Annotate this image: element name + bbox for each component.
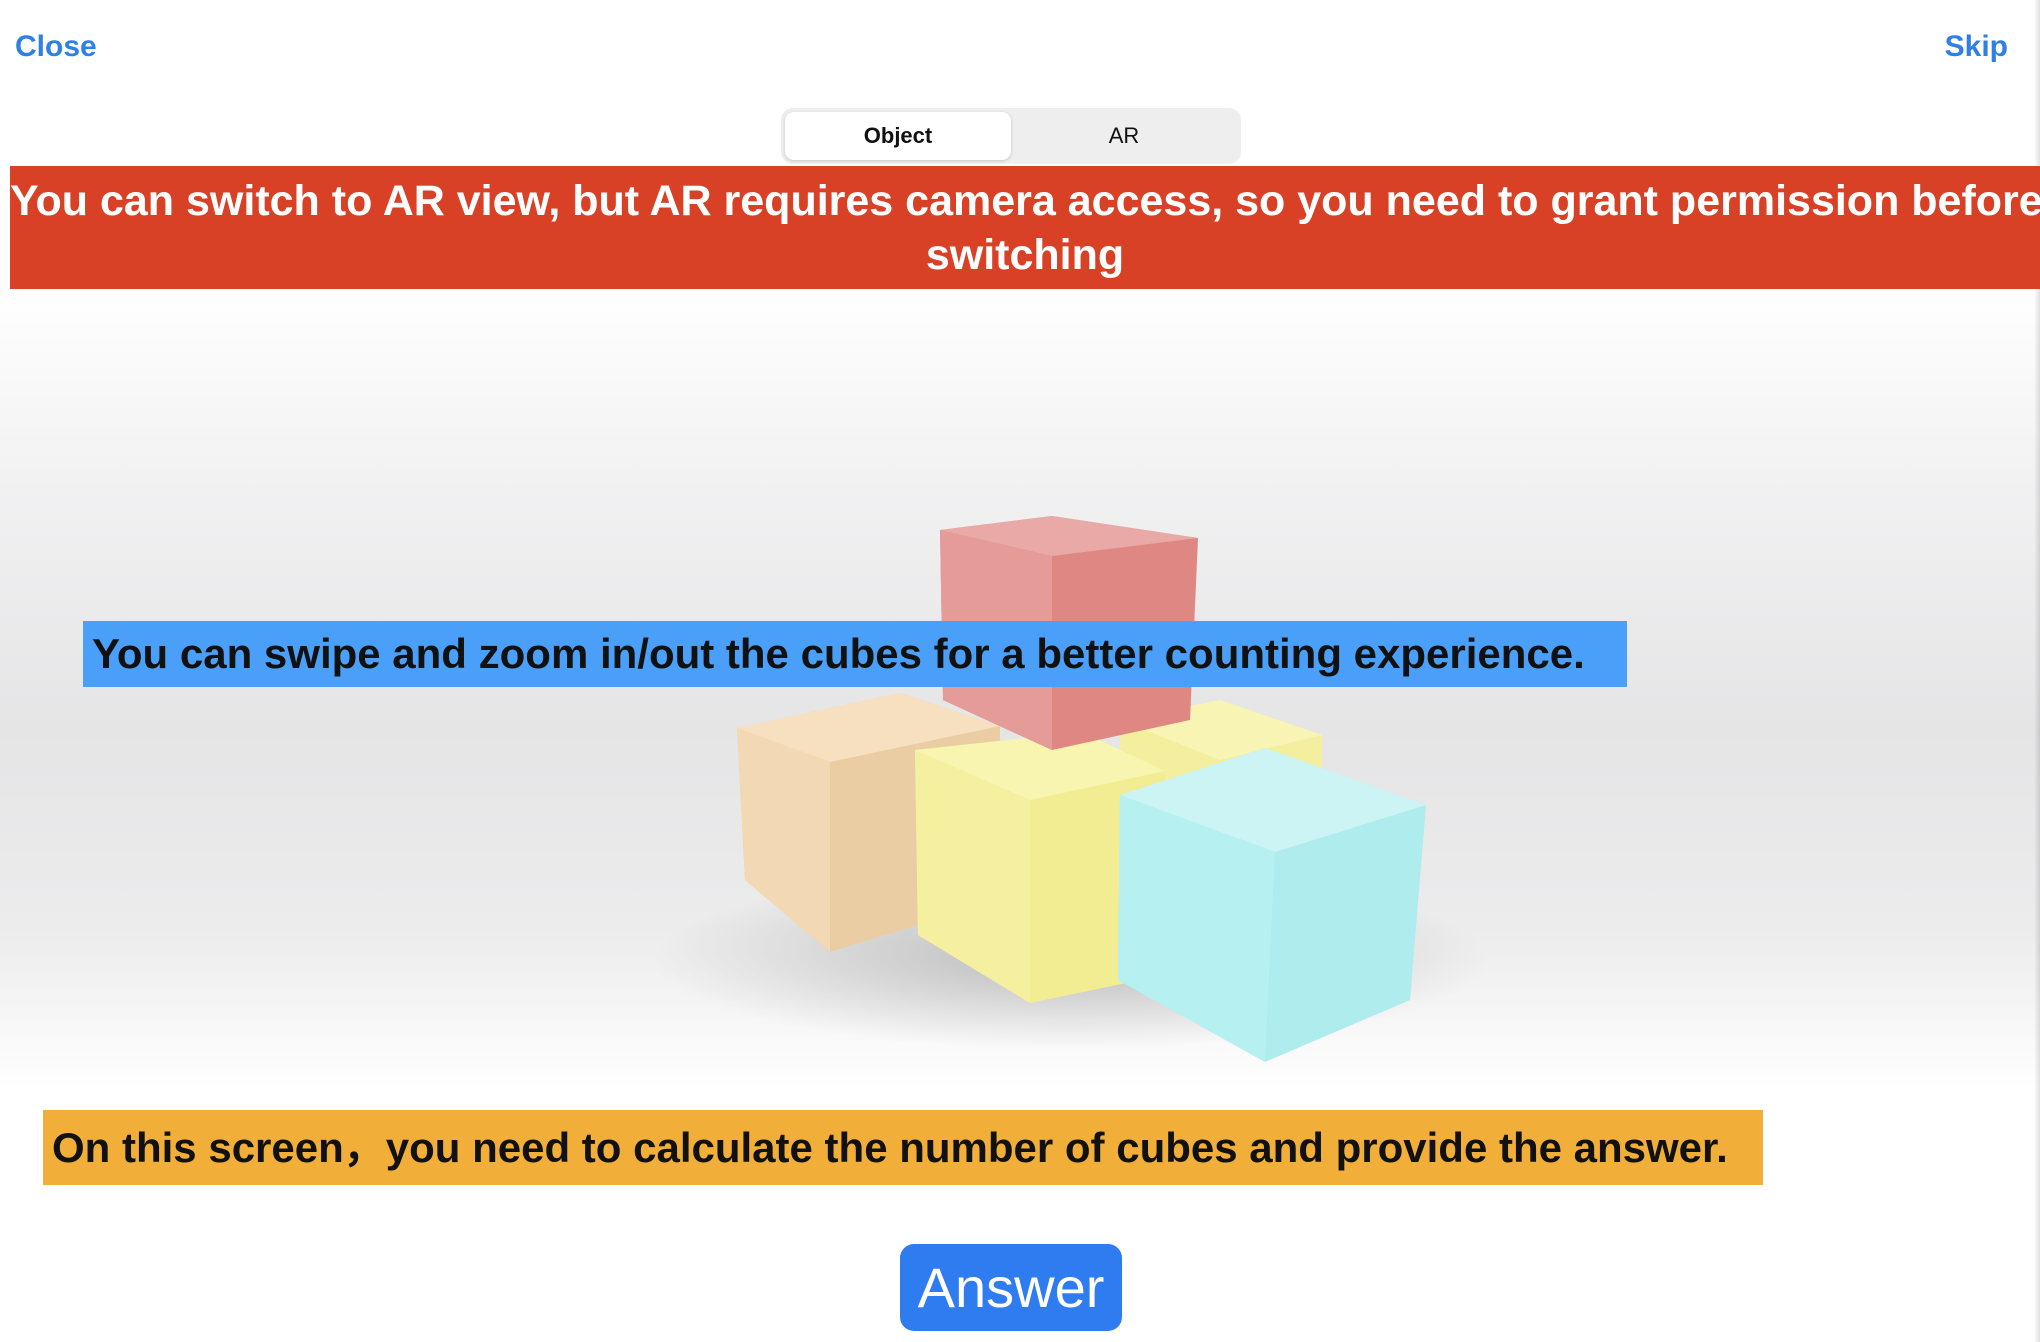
segment-object[interactable]: Object: [785, 112, 1011, 160]
skip-button[interactable]: Skip: [1945, 30, 2008, 64]
view-mode-segmented-control: Object AR: [781, 108, 1241, 164]
ar-permission-banner: You can switch to AR view, but AR requir…: [10, 166, 2040, 289]
ar-banner-line-1: You can switch to AR view, but AR requir…: [10, 177, 2040, 225]
segment-ar[interactable]: AR: [1011, 112, 1237, 160]
ar-banner-line-2: switching: [925, 231, 1125, 279]
cube-structure[interactable]: [0, 289, 2040, 1089]
swipe-zoom-hint: You can swipe and zoom in/out the cubes …: [83, 621, 1627, 687]
close-button[interactable]: Close: [15, 30, 97, 64]
answer-button[interactable]: Answer: [900, 1244, 1122, 1331]
count-instruction-hint: On this screen，you need to calculate the…: [43, 1110, 1763, 1185]
cube-counting-screen: Close Skip Object AR You can switch to A…: [0, 0, 2040, 1342]
3d-object-viewport[interactable]: [0, 289, 2040, 1089]
